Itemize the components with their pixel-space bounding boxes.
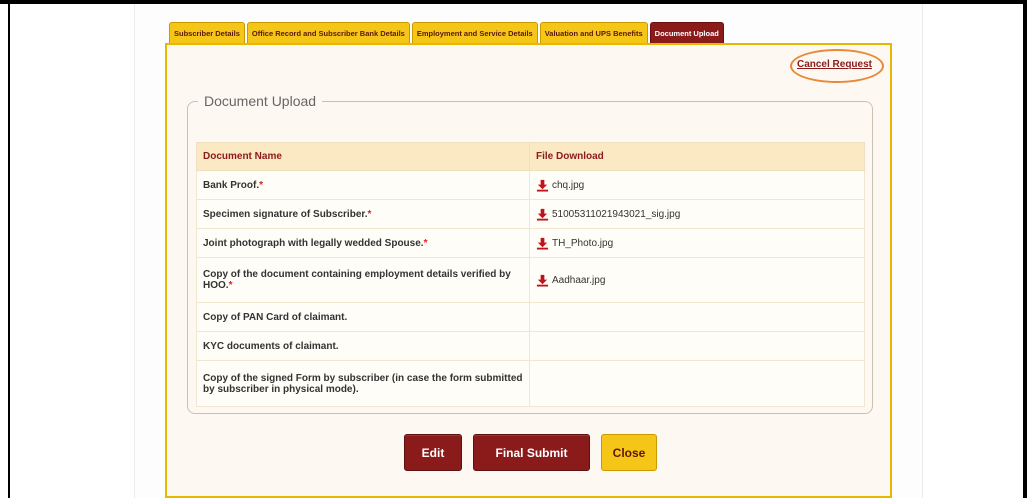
- file-download-link[interactable]: Aadhaar.jpg: [536, 274, 858, 287]
- document-name-cell: KYC documents of claimant.: [196, 331, 530, 361]
- file-download-link[interactable]: chq.jpg: [536, 179, 858, 192]
- document-name-cell: Joint photograph with legally wedded Spo…: [196, 228, 530, 258]
- file-download-cell: Aadhaar.jpg: [529, 257, 865, 303]
- table-row: Copy of the signed Form by subscriber (i…: [196, 360, 865, 407]
- required-marker: *: [228, 280, 233, 291]
- table-row: Specimen signature of Subscriber.* 51005…: [196, 199, 865, 229]
- table-row: Copy of the document containing employme…: [196, 257, 865, 303]
- document-name-cell: Specimen signature of Subscriber.*: [196, 199, 530, 229]
- document-name-cell: Bank Proof.*: [196, 170, 530, 200]
- document-name: Specimen signature of Subscriber.: [203, 208, 368, 220]
- section-title: Document Upload: [198, 93, 323, 109]
- tab-employment-service[interactable]: Employment and Service Details: [411, 22, 538, 44]
- document-name-cell: Copy of the signed Form by subscriber (i…: [196, 360, 530, 407]
- right-margin: [922, 4, 1023, 498]
- file-download-cell: chq.jpg: [529, 170, 865, 200]
- tab-valuation-ups[interactable]: Valuation and UPS Benefits: [539, 22, 648, 44]
- table-row: Copy of PAN Card of claimant.: [196, 302, 865, 332]
- table-row: Joint photograph with legally wedded Spo…: [196, 228, 865, 258]
- document-name-cell: Copy of PAN Card of claimant.: [196, 302, 530, 332]
- file-download-cell: [529, 302, 865, 332]
- download-icon: [536, 237, 549, 250]
- file-download-link[interactable]: TH_Photo.jpg: [536, 237, 858, 250]
- document-name: KYC documents of claimant.: [203, 340, 339, 352]
- file-download-cell: 51005311021943021_sig.jpg: [529, 199, 865, 229]
- file-name: 51005311021943021_sig.jpg: [552, 208, 681, 220]
- document-upload-panel: Cancel Request Document Upload Document …: [165, 43, 892, 498]
- table-header-row: Document Name File Download: [196, 142, 865, 171]
- main-content: Subscriber Details Office Record and Sub…: [135, 4, 922, 498]
- close-button[interactable]: Close: [601, 434, 657, 471]
- download-icon: [536, 208, 549, 221]
- download-icon: [536, 274, 549, 287]
- file-download-cell: TH_Photo.jpg: [529, 228, 865, 258]
- file-download-cell: [529, 360, 865, 407]
- document-name: Bank Proof.: [203, 179, 260, 191]
- tab-office-record[interactable]: Office Record and Subscriber Bank Detail…: [246, 22, 410, 44]
- action-buttons: Edit Final Submit Close: [167, 434, 894, 471]
- table-row: KYC documents of claimant.: [196, 331, 865, 361]
- document-name-cell: Copy of the document containing employme…: [196, 257, 530, 303]
- document-name: Joint photograph with legally wedded Spo…: [203, 237, 424, 249]
- final-submit-button[interactable]: Final Submit: [473, 434, 590, 471]
- tab-document-upload[interactable]: Document Upload: [649, 22, 724, 44]
- file-name: chq.jpg: [552, 179, 585, 191]
- required-marker: *: [259, 179, 264, 191]
- document-name: Copy of the document containing employme…: [203, 269, 511, 291]
- column-header-document-name: Document Name: [196, 142, 530, 171]
- file-name: Aadhaar.jpg: [552, 274, 606, 286]
- file-download-cell: [529, 331, 865, 361]
- document-upload-fieldset: Document Upload Document Name File Downl…: [187, 93, 873, 414]
- table-row: Bank Proof.* chq.jpg: [196, 170, 865, 200]
- tab-subscriber-details[interactable]: Subscriber Details: [169, 22, 245, 44]
- required-marker: *: [367, 208, 372, 220]
- documents-table: Document Name File Download Bank Proof.*…: [196, 142, 865, 407]
- column-header-file-download: File Download: [529, 142, 865, 171]
- download-icon: [536, 179, 549, 192]
- document-name: Copy of PAN Card of claimant.: [203, 311, 348, 323]
- required-marker: *: [423, 237, 428, 249]
- file-download-link[interactable]: 51005311021943021_sig.jpg: [536, 208, 858, 221]
- document-name: Copy of the signed Form by subscriber (i…: [203, 372, 523, 395]
- cancel-request-link[interactable]: Cancel Request: [797, 59, 872, 70]
- edit-button[interactable]: Edit: [404, 434, 462, 471]
- left-margin: [10, 4, 135, 498]
- file-name: TH_Photo.jpg: [552, 237, 614, 249]
- screen-frame-right: [1023, 0, 1027, 498]
- tab-bar: Subscriber Details Office Record and Sub…: [169, 22, 724, 44]
